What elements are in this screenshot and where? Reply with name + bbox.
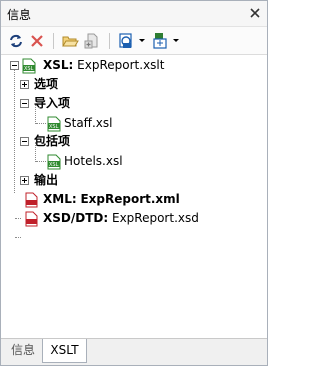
xsl-file-icon: XSL (21, 58, 37, 74)
tab-strip: 信息 XSLT (1, 338, 267, 365)
xml-filename: ExpReport.xml (80, 192, 180, 206)
xml-prefix: XML: (43, 192, 77, 206)
tree-connector (14, 68, 15, 193)
xsd-filename: ExpReport.xsd (111, 211, 199, 225)
window-title: 信息 (7, 8, 32, 22)
tree-item-import-file[interactable]: Staff.xsl (64, 114, 112, 133)
xsl-file-icon: XSL (46, 154, 62, 170)
xml-file-icon (23, 192, 39, 208)
schema-mapping-icon[interactable] (117, 32, 135, 50)
title-bar: 信息 (1, 1, 267, 27)
expand-icon[interactable] (20, 176, 29, 185)
svg-text:XSL: XSL (49, 162, 59, 168)
xsl-file-icon: XSL (46, 116, 62, 132)
tree-connector (15, 218, 21, 219)
tree-connector (36, 123, 46, 124)
xsd-prefix: XSD/DTD: (43, 211, 109, 225)
tree-item-output[interactable]: 输出 (34, 171, 58, 190)
collapse-icon[interactable] (10, 61, 19, 70)
tab-xslt[interactable]: XSLT (42, 339, 87, 363)
tree-item-options[interactable]: 选项 (34, 75, 58, 94)
collapse-icon[interactable] (20, 99, 29, 108)
svg-text:XSL: XSL (49, 124, 59, 130)
tree-item-xsd[interactable]: XSD/DTD: ExpReport.xsd (43, 209, 199, 228)
tree-item-xml[interactable]: XML: ExpReport.xml (43, 190, 180, 209)
root-filename: ExpReport.xslt (77, 58, 165, 72)
add-file-icon[interactable] (83, 32, 101, 50)
delete-icon[interactable] (28, 32, 46, 50)
root-prefix: XSL: (43, 58, 74, 72)
tree-item-includes[interactable]: 包括项 (34, 132, 70, 151)
tab-info[interactable]: 信息 (5, 339, 41, 363)
toolbar (1, 27, 267, 55)
refresh-icon[interactable] (7, 32, 25, 50)
expand-icon[interactable] (20, 80, 29, 89)
collapse-icon[interactable] (20, 137, 29, 146)
tree-connector (15, 237, 21, 238)
xsd-file-icon (23, 211, 39, 227)
xslt-tree: XSL XSL: ExpReport.xslt 选项 导入项 XSL Staff… (1, 56, 267, 338)
toolbar-separator (109, 33, 110, 49)
tree-item-include-file[interactable]: Hotels.xsl (64, 152, 123, 171)
tree-connector (36, 161, 46, 162)
tree-item-imports[interactable]: 导入项 (34, 94, 70, 113)
chevron-down-icon[interactable] (139, 39, 145, 42)
close-icon[interactable] (247, 5, 263, 21)
toolbar-separator (53, 33, 54, 49)
info-window: 信息 XSL XSL: ExpReport.xslt 选项 导入项 XSL St… (0, 0, 268, 366)
tree-root-row[interactable]: XSL: ExpReport.xslt (43, 56, 164, 75)
xpath-mapping-icon[interactable] (151, 32, 169, 50)
svg-text:XSL: XSL (24, 66, 34, 72)
chevron-down-icon[interactable] (173, 39, 179, 42)
open-folder-icon[interactable] (61, 32, 79, 50)
